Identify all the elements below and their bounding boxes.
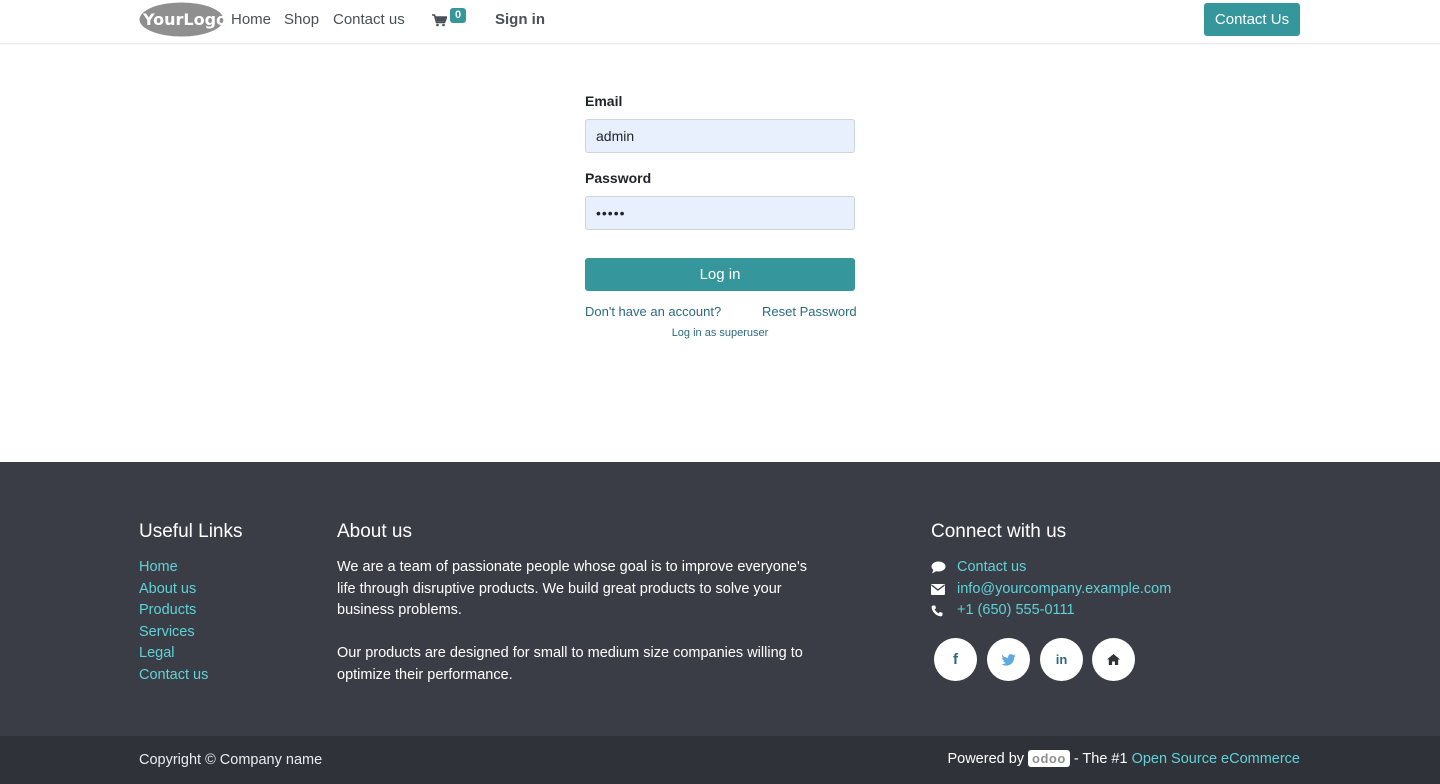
nav-contact-us[interactable]: Contact us xyxy=(333,11,405,28)
site-footer: Useful Links Home About us Products Serv… xyxy=(0,462,1440,736)
nav-shop[interactable]: Shop xyxy=(284,11,319,28)
home-icon xyxy=(1107,654,1120,665)
email-label: Email xyxy=(585,93,623,109)
useful-links-list: Home About us Products Services Legal Co… xyxy=(139,557,208,687)
about-us-heading: About us xyxy=(337,521,412,542)
connect-email-link[interactable]: info@yourcompany.example.com xyxy=(957,579,1171,601)
email-field[interactable]: admin xyxy=(585,119,855,153)
powered-by-label: Powered by xyxy=(947,750,1025,767)
footer-link-contact-us[interactable]: Contact us xyxy=(139,665,208,687)
powered-by-mid: - The #1 xyxy=(1073,750,1128,767)
odoo-logo[interactable]: odoo xyxy=(1028,750,1070,767)
useful-links-heading: Useful Links xyxy=(139,521,243,542)
connect-list: Contact us info@yourcompany.example.com … xyxy=(931,557,1171,622)
footer-link-about-us[interactable]: About us xyxy=(139,579,208,601)
social-facebook-button[interactable]: f xyxy=(934,638,977,681)
connect-item: Contact us xyxy=(931,557,1171,579)
footer-link-services[interactable]: Services xyxy=(139,622,208,644)
password-label: Password xyxy=(585,170,652,186)
connect-contact-link[interactable]: Contact us xyxy=(957,557,1026,579)
social-twitter-button[interactable] xyxy=(987,638,1030,681)
connect-item: info@yourcompany.example.com xyxy=(931,579,1171,601)
about-paragraph: We are a team of passionate people whose… xyxy=(337,559,807,619)
login-button[interactable]: Log in xyxy=(585,258,855,291)
superuser-login-link[interactable]: Log in as superuser xyxy=(585,327,855,339)
about-us-text: We are a team of passionate people whose… xyxy=(337,557,807,708)
cart-count-badge: 0 xyxy=(450,8,466,23)
social-linkedin-button[interactable]: in xyxy=(1040,638,1083,681)
twitter-icon xyxy=(1001,653,1015,666)
cart-icon xyxy=(432,14,447,27)
copyright-bar: Copyright © Company name Powered by odoo… xyxy=(0,736,1440,784)
nav-home[interactable]: Home xyxy=(231,11,271,28)
linkedin-icon: in xyxy=(1055,652,1068,667)
signup-link[interactable]: Don't have an account? xyxy=(585,304,721,319)
ecommerce-link[interactable]: Open Source eCommerce xyxy=(1132,751,1300,767)
facebook-icon: f xyxy=(953,651,958,668)
about-paragraph: Our products are designed for small to m… xyxy=(337,645,803,683)
logo[interactable]: YourLogo xyxy=(139,2,227,37)
footer-link-products[interactable]: Products xyxy=(139,600,208,622)
connect-heading: Connect with us xyxy=(931,521,1067,542)
site-header: YourLogo Home Shop Contact us 0 Sign in … xyxy=(0,0,1440,44)
connect-phone-link[interactable]: +1 (650) 555-0111 xyxy=(957,600,1075,622)
copyright-text: Copyright © Company name xyxy=(139,752,323,768)
footer-link-legal[interactable]: Legal xyxy=(139,643,208,665)
connect-item: +1 (650) 555-0111 xyxy=(931,600,1171,622)
comment-icon xyxy=(931,561,949,575)
envelope-icon xyxy=(931,582,949,596)
phone-icon xyxy=(931,604,949,618)
contact-us-button[interactable]: Contact Us xyxy=(1204,3,1300,36)
footer-link-home[interactable]: Home xyxy=(139,557,208,579)
powered-by: Powered by odoo - The #1 Open Source eCo… xyxy=(947,750,1300,767)
sign-in-link[interactable]: Sign in xyxy=(495,11,545,28)
password-field[interactable]: ••••• xyxy=(585,196,855,230)
cart-button[interactable]: 0 xyxy=(432,8,468,32)
reset-password-link[interactable]: Reset Password xyxy=(762,304,857,319)
logo-text: YourLogo xyxy=(142,10,224,29)
social-home-button[interactable] xyxy=(1092,638,1135,681)
